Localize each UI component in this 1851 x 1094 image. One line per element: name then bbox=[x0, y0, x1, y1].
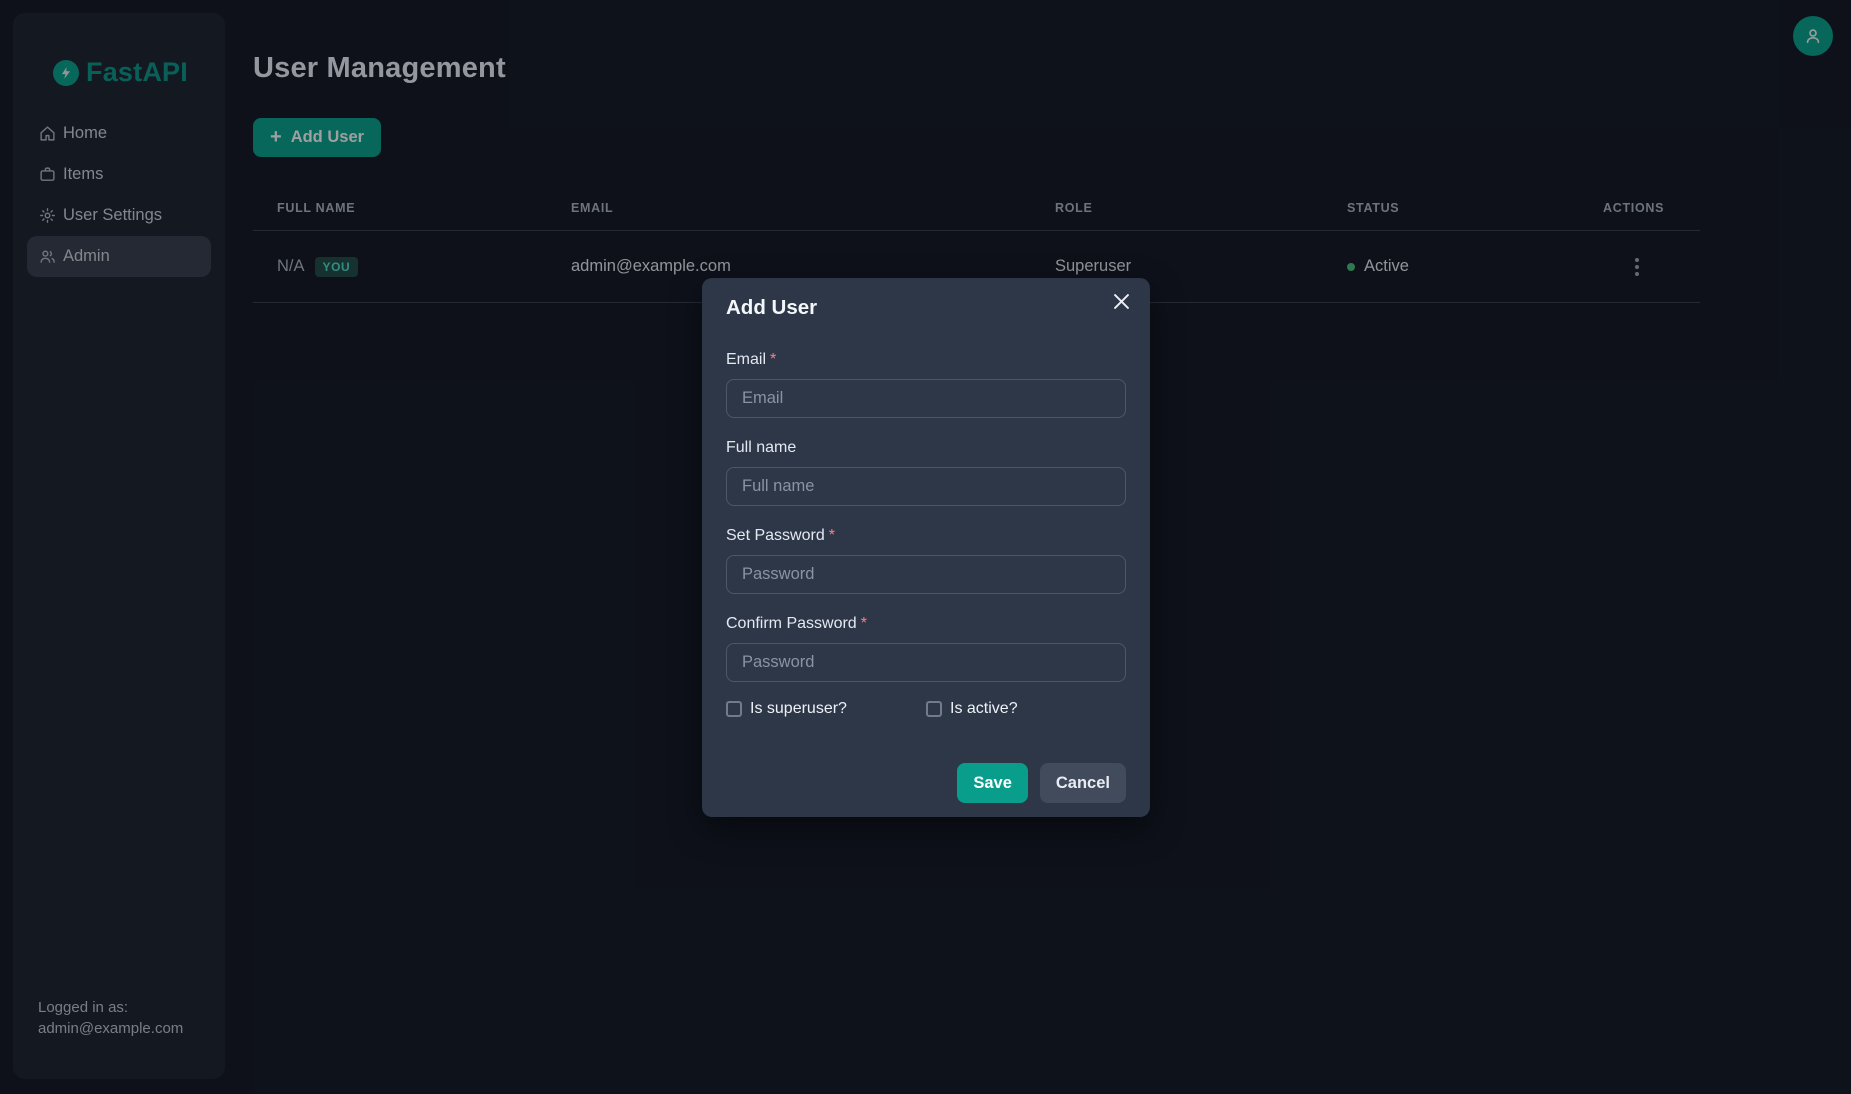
modal-title: Add User bbox=[726, 296, 1126, 320]
email-label: Email* bbox=[726, 351, 1126, 369]
checkbox-icon bbox=[926, 701, 942, 717]
email-input[interactable] bbox=[726, 379, 1126, 418]
checkbox-row: Is superuser? Is active? bbox=[726, 700, 1126, 718]
required-asterisk: * bbox=[829, 527, 835, 544]
set-password-input[interactable] bbox=[726, 555, 1126, 594]
required-asterisk: * bbox=[861, 615, 867, 632]
is-superuser-label: Is superuser? bbox=[750, 700, 847, 718]
is-active-label: Is active? bbox=[950, 700, 1018, 718]
is-superuser-checkbox[interactable]: Is superuser? bbox=[726, 700, 926, 718]
add-user-modal: Add User Email* Full name Set Password* … bbox=[702, 278, 1150, 817]
save-button[interactable]: Save bbox=[957, 763, 1028, 803]
cancel-button[interactable]: Cancel bbox=[1040, 763, 1126, 803]
checkbox-icon bbox=[726, 701, 742, 717]
modal-footer: Save Cancel bbox=[702, 763, 1150, 803]
is-active-checkbox[interactable]: Is active? bbox=[926, 700, 1126, 718]
modal-header: Add User bbox=[702, 278, 1150, 320]
confirm-password-input[interactable] bbox=[726, 643, 1126, 682]
close-icon[interactable] bbox=[1106, 286, 1136, 316]
confirm-password-label: Confirm Password* bbox=[726, 615, 1126, 633]
required-asterisk: * bbox=[770, 351, 776, 368]
set-password-label: Set Password* bbox=[726, 527, 1126, 545]
modal-body: Email* Full name Set Password* Confirm P… bbox=[702, 351, 1150, 718]
full-name-label: Full name bbox=[726, 439, 1126, 457]
full-name-input[interactable] bbox=[726, 467, 1126, 506]
